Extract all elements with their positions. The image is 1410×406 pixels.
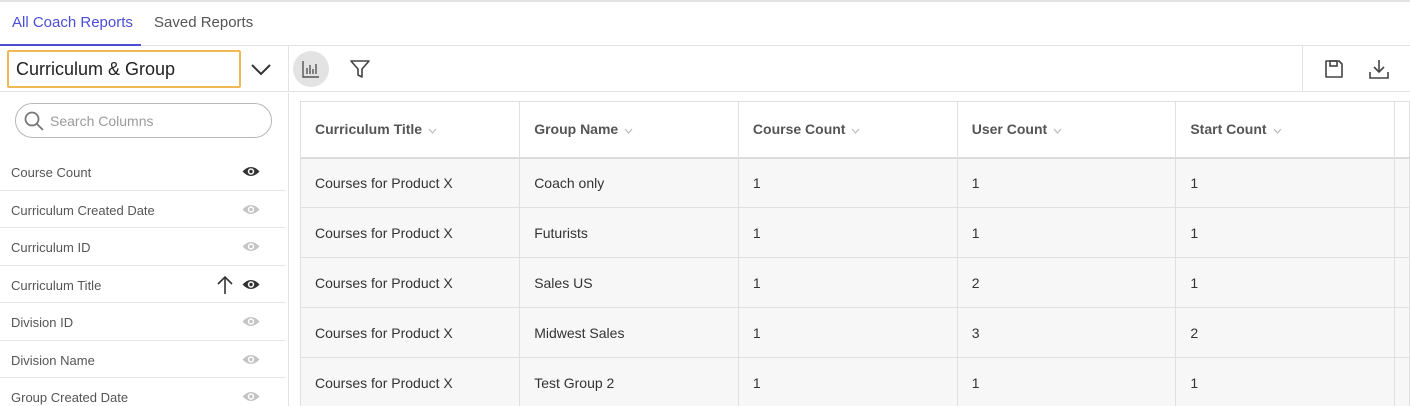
toolbar-divider xyxy=(1302,46,1303,92)
table-cell: Courses for Product X xyxy=(300,207,521,258)
column-item-division-name[interactable]: Division Name xyxy=(0,341,286,378)
column-item-course-count[interactable]: Course Count xyxy=(0,153,286,191)
eye-icon[interactable] xyxy=(242,315,260,328)
bar-chart-icon xyxy=(302,61,319,78)
chevron-down-icon[interactable] xyxy=(249,60,273,78)
download-icon xyxy=(1369,60,1389,79)
table-row[interactable]: Courses for Product X Futurists 1 1 1 xyxy=(300,207,1410,258)
table-cell: Courses for Product X xyxy=(300,257,521,308)
sort-chevron-icon[interactable] xyxy=(1273,128,1282,134)
column-sidebar: Course Count Curriculum Created Date Curri… xyxy=(0,93,289,406)
save-report-button[interactable] xyxy=(1322,57,1346,81)
chart-view-button[interactable] xyxy=(293,51,329,87)
column-item-group-created-date[interactable]: Group Created Date xyxy=(0,378,286,406)
table-cell: 1 xyxy=(956,357,1177,406)
table-cell: 1 xyxy=(737,257,958,308)
sort-chevron-icon[interactable] xyxy=(428,128,437,134)
column-item-label: Curriculum Title xyxy=(11,277,102,293)
toolbar-divider xyxy=(288,46,289,92)
column-item-curriculum-title[interactable]: Curriculum Title xyxy=(0,266,286,303)
table-cell: Midwest Sales xyxy=(519,307,739,358)
table-cell: 1 xyxy=(737,207,958,258)
column-item-label: Division Name xyxy=(11,352,95,368)
table-cell: Test Group 2 xyxy=(519,357,739,406)
table-cell: 1 xyxy=(956,157,1177,208)
table-cell: Sales US xyxy=(519,257,739,308)
header-overflow xyxy=(1393,101,1410,159)
header-user-count[interactable]: User Count xyxy=(956,101,1177,159)
eye-icon[interactable] xyxy=(242,240,260,253)
table-cell-overflow xyxy=(1393,357,1410,406)
table-row[interactable]: Courses for Product X Midwest Sales 1 3 2 xyxy=(300,307,1410,358)
table-cell: 1 xyxy=(956,207,1177,258)
column-item-label: Group Created Date xyxy=(11,390,129,405)
table-cell-overflow xyxy=(1393,257,1410,308)
table-row[interactable]: Courses for Product X Sales US 1 2 1 xyxy=(300,257,1410,308)
column-item-curriculum-created-date[interactable]: Curriculum Created Date xyxy=(0,191,286,228)
table-row[interactable]: Courses for Product X Test Group 2111 xyxy=(300,357,1410,406)
table-cell: 2 xyxy=(1175,307,1395,358)
table-cell-overflow xyxy=(1393,307,1410,358)
header-label: Group Name xyxy=(534,121,619,138)
filter-button[interactable] xyxy=(348,58,372,80)
table-cell: Coach only xyxy=(519,157,739,208)
download-button[interactable] xyxy=(1367,57,1391,81)
report-tabs: All Coach Reports Saved Reports xyxy=(0,2,1410,46)
table-cell: 1 xyxy=(1175,207,1395,258)
table-cell: 1 xyxy=(737,307,958,358)
eye-icon[interactable] xyxy=(242,165,260,178)
column-item-label: Curriculum ID xyxy=(11,240,91,255)
table-cell: 1 xyxy=(1175,357,1395,406)
header-label: User Count xyxy=(971,121,1048,138)
filter-icon xyxy=(350,60,370,78)
tab-all-coach-reports[interactable]: All Coach Reports xyxy=(0,2,141,46)
save-icon xyxy=(1325,60,1343,78)
header-label: Curriculum Title xyxy=(315,121,423,138)
column-list: Course Count Curriculum Created Date Curri… xyxy=(0,153,286,406)
report-type-select[interactable]: Curriculum & Group xyxy=(7,50,241,88)
eye-icon[interactable] xyxy=(242,353,260,366)
header-label: Start Count xyxy=(1190,121,1267,138)
header-start-count[interactable]: Start Count xyxy=(1175,101,1395,159)
column-item-division-id[interactable]: Division ID xyxy=(0,303,286,341)
table-cell: Courses for Product X xyxy=(300,307,521,358)
table-cell-overflow xyxy=(1393,157,1410,208)
table-cell: 1 xyxy=(1175,257,1395,308)
table-cell: Courses for Product X xyxy=(300,157,521,208)
search-columns-box xyxy=(15,103,272,138)
header-group-name[interactable]: Group Name xyxy=(519,101,739,159)
report-table: Curriculum Title Group Name Course Count Us… xyxy=(300,101,1410,406)
table-cell: 1 xyxy=(737,157,958,208)
arrow-up-icon[interactable] xyxy=(216,274,234,296)
header-course-count[interactable]: Course Count xyxy=(737,101,958,159)
table-row[interactable]: Courses for Product X Coach only 1 1 1 xyxy=(300,157,1410,208)
sort-chevron-icon[interactable] xyxy=(1053,128,1062,134)
report-table-container: Curriculum Title Group Name Course Count Us… xyxy=(300,101,1410,406)
header-curriculum-title[interactable]: Curriculum Title xyxy=(300,101,521,159)
table-cell: Courses for Product X xyxy=(300,357,521,406)
search-icon xyxy=(24,111,44,131)
tab-saved-reports[interactable]: Saved Reports xyxy=(154,2,253,46)
table-cell: 1 xyxy=(1175,157,1395,208)
table-cell-overflow xyxy=(1393,207,1410,258)
eye-icon[interactable] xyxy=(242,390,260,403)
table-cell: 1 xyxy=(737,357,958,406)
header-label: Course Count xyxy=(752,121,846,138)
column-item-curriculum-id[interactable]: Curriculum ID xyxy=(0,228,286,266)
search-columns-input[interactable] xyxy=(50,110,260,132)
column-item-label: Curriculum Created Date xyxy=(11,202,155,218)
report-toolbar: Curriculum & Group xyxy=(0,46,1410,92)
column-item-label: Division ID xyxy=(11,315,74,330)
sort-chevron-icon[interactable] xyxy=(624,128,633,134)
table-cell: Futurists xyxy=(519,207,739,258)
sort-chevron-icon[interactable] xyxy=(851,128,860,134)
eye-icon[interactable] xyxy=(242,278,260,291)
eye-icon[interactable] xyxy=(242,203,260,216)
table-cell: 3 xyxy=(956,307,1177,358)
column-item-label: Course Count xyxy=(11,165,92,180)
table-cell: 2 xyxy=(956,257,1177,308)
